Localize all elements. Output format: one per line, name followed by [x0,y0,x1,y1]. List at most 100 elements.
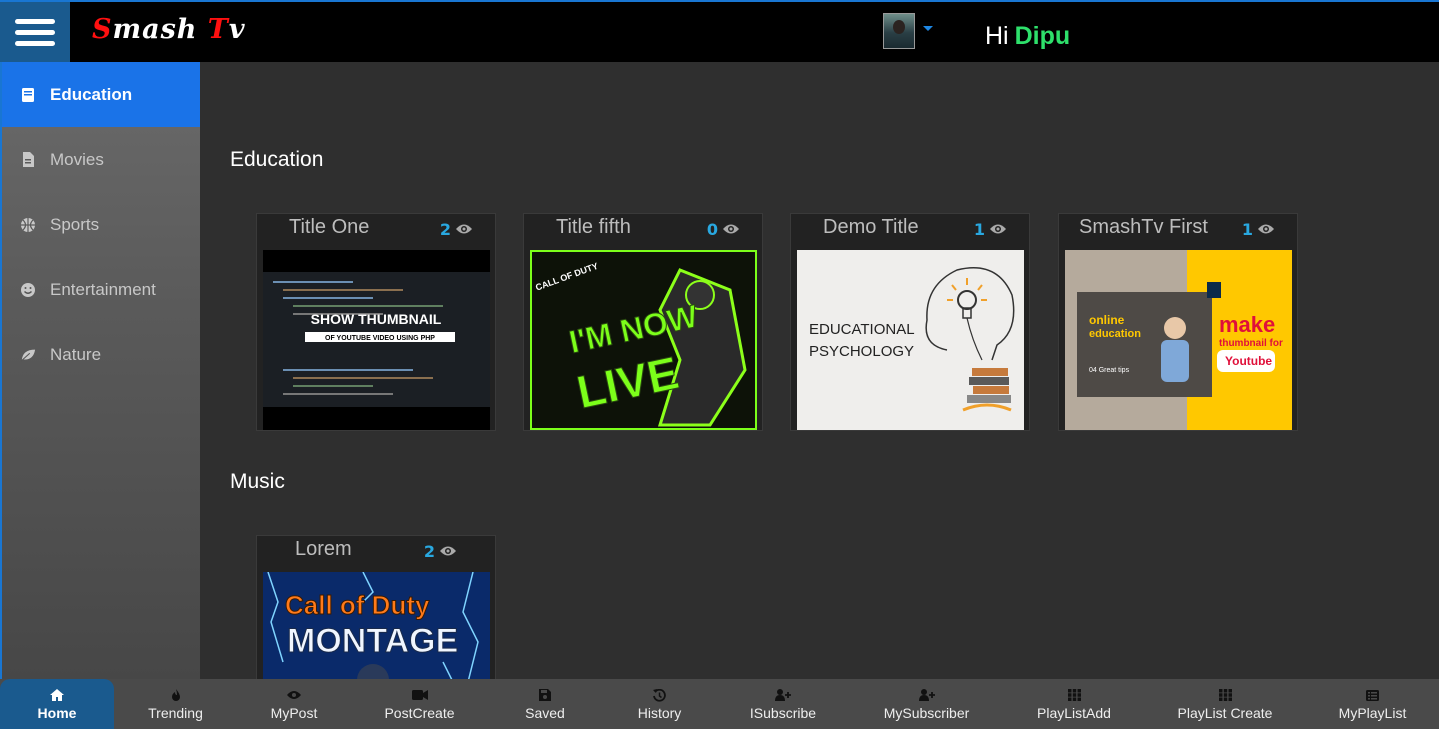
view-count-number: 2 [439,220,451,239]
sidebar-item-nature[interactable]: Nature [2,322,200,387]
card-title: Demo Title [823,216,919,238]
eye-icon [722,220,740,239]
nav-label: ISubscribe [749,705,817,721]
eye-icon [439,542,457,561]
nav-label: Home [37,705,77,721]
logo-letter-t: T [207,14,229,45]
thumbnail-text: OF YOUTUBE VIDEO USING PHP [325,335,435,342]
nav-postcreate[interactable]: PostCreate [351,679,488,729]
view-count-number: 1 [973,220,985,239]
video-thumbnail[interactable]: SHOW THUMBNAIL OF YOUTUBE VIDEO USING PH… [263,250,490,430]
nav-label: PlayListAdd [1037,705,1111,721]
thumbnail-text: 04 Great tips [1089,367,1130,374]
sidebar: Education Movies Sports Entertainment Na… [0,62,200,679]
nav-mypost[interactable]: MyPost [237,679,351,729]
nav-playlistadd[interactable]: PlayListAdd [1004,679,1144,729]
save-icon [539,687,551,703]
nav-label: Saved [525,705,565,721]
sidebar-item-education[interactable]: Education [2,62,200,127]
grid-icon [1218,687,1232,703]
menu-line [15,40,55,46]
logo-letter-v: v [228,14,246,45]
main-content: Education Title One 2 SHOW THUMBNAIL OF … [200,62,1439,679]
view-count-number: 0 [706,220,718,239]
thumbnail-text: Call of Duty [285,590,430,620]
menu-line [15,29,55,35]
sidebar-item-entertainment[interactable]: Entertainment [2,257,200,322]
view-count: 1 [1242,220,1275,239]
view-count: 2 [440,220,473,239]
nav-isubscribe[interactable]: ISubscribe [717,679,849,729]
video-card-title-fifth[interactable]: Title fifth 0 CALL OF DUTY I'M NOW LIVE [523,213,763,431]
hamburger-menu-button[interactable] [0,2,70,62]
sidebar-item-label: Education [50,84,133,104]
list-icon [1366,687,1379,703]
thumbnail-text: online [1089,313,1125,327]
eye-icon [455,220,473,239]
smile-icon [20,282,36,298]
leaf-icon [20,347,36,363]
video-thumbnail[interactable]: EDUCATIONAL PSYCHOLOGY [797,250,1024,430]
thumbnail-text: education [1089,328,1141,340]
sidebar-item-label: Entertainment [50,279,156,299]
home-icon [50,687,64,703]
sidebar-item-movies[interactable]: Movies [2,127,200,192]
user-greeting: Hi Dipu [985,22,1070,51]
thumbnail-text: make [1219,312,1275,337]
nav-trending[interactable]: Trending [114,679,237,729]
user-plus-icon [918,687,935,703]
menu-line [15,18,55,24]
bottom-nav: Home Trending MyPost PostCreate Saved Hi… [0,679,1439,729]
view-count: 1 [974,220,1007,239]
book-icon [20,87,36,103]
card-title: Lorem [295,538,352,560]
nav-mysubscriber[interactable]: MySubscriber [849,679,1004,729]
video-card-smashtv-first[interactable]: SmashTv First 1 online education 04 Grea… [1058,213,1298,431]
view-count: 2 [424,542,457,561]
video-thumbnail[interactable]: CALL OF DUTY I'M NOW LIVE [530,250,757,430]
thumbnail-text: PSYCHOLOGY [809,343,914,360]
grid-icon [1067,687,1081,703]
section-title-education: Education [230,148,324,171]
nav-label: Trending [148,705,203,721]
video-camera-icon [411,687,428,703]
logo-letter-s: S [92,14,113,45]
eye-icon [989,220,1007,239]
view-count-number: 1 [1241,220,1253,239]
fire-icon [171,687,181,703]
thumbnail-text: MONTAGE [287,622,458,660]
nav-label: MyPost [270,705,318,721]
nav-playlist-create[interactable]: PlayList Create [1144,679,1306,729]
card-title: SmashTv First [1079,216,1208,238]
logo-text-mash: mash [112,14,208,45]
nav-label: PlayList Create [1177,705,1273,721]
app-logo[interactable]: Smash Tv [92,14,246,45]
chevron-down-icon[interactable] [923,26,933,31]
video-card-lorem[interactable]: Lorem 2 Call of Duty MONTAGE [256,535,496,679]
top-bar: Smash Tv Hi Dipu [0,0,1439,62]
video-thumbnail[interactable]: Call of Duty MONTAGE [263,572,490,679]
nav-label: History [637,705,682,721]
thumbnail-text: thumbnail for [1219,338,1283,349]
username: Dipu [1014,22,1071,50]
sidebar-item-sports[interactable]: Sports [2,192,200,257]
nav-saved[interactable]: Saved [488,679,602,729]
eye-icon [1257,220,1275,239]
file-icon [20,152,36,168]
video-thumbnail[interactable]: online education 04 Great tips make thum… [1065,250,1292,430]
video-card-title-one[interactable]: Title One 2 SHOW THUMBNAIL OF YOUTUBE VI… [256,213,496,431]
sidebar-item-label: Sports [50,214,100,234]
sidebar-item-label: Movies [50,149,104,169]
view-count-number: 2 [423,542,435,561]
nav-myplaylist[interactable]: MyPlayList [1306,679,1439,729]
nav-history[interactable]: History [602,679,717,729]
section-title-music: Music [230,470,285,493]
card-title: Title fifth [556,216,631,238]
card-title: Title One [289,216,370,238]
greeting-text: Hi [985,22,1009,50]
avatar[interactable] [883,13,915,49]
nav-home[interactable]: Home [0,679,114,729]
user-plus-icon [775,687,791,703]
thumbnail-text: SHOW THUMBNAIL [311,311,442,327]
video-card-demo-title[interactable]: Demo Title 1 EDUCATIONAL PSYCHOLOGY [790,213,1030,431]
